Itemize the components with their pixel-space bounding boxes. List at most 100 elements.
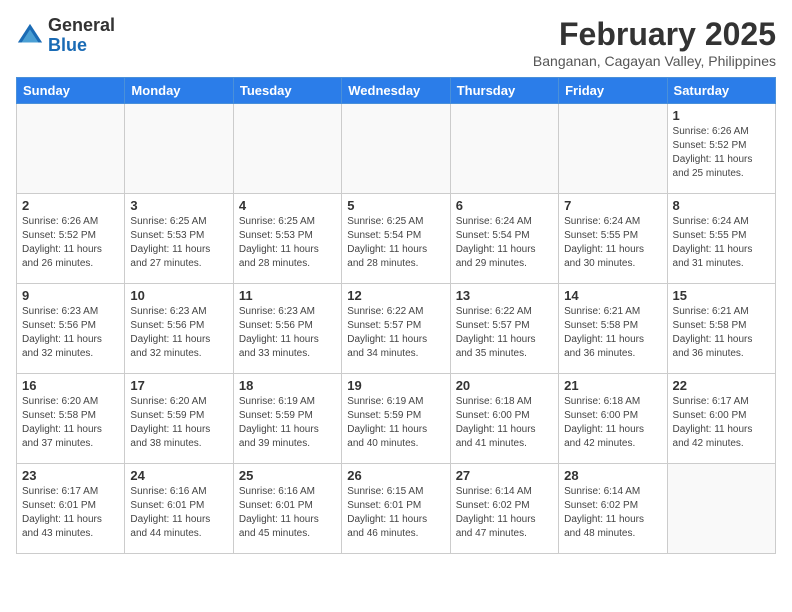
day-info: Sunrise: 6:19 AM Sunset: 5:59 PM Dayligh… [347, 395, 444, 451]
day-info: Sunrise: 6:14 AM Sunset: 6:02 PM Dayligh… [564, 485, 661, 541]
day-number: 12 [347, 288, 444, 303]
day-info: Sunrise: 6:19 AM Sunset: 5:59 PM Dayligh… [239, 395, 336, 451]
calendar-cell: 28 Sunrise: 6:14 AM Sunset: 6:02 PM Dayli… [559, 464, 667, 554]
calendar-cell: 2 Sunrise: 6:26 AM Sunset: 5:52 PM Daylig… [17, 194, 125, 284]
day-info: Sunrise: 6:20 AM Sunset: 5:59 PM Dayligh… [130, 395, 227, 451]
day-info: Sunrise: 6:26 AM Sunset: 5:52 PM Dayligh… [673, 125, 770, 181]
calendar-week-3: 9 Sunrise: 6:23 AM Sunset: 5:56 PM Daylig… [17, 284, 776, 374]
day-number: 6 [456, 198, 553, 213]
calendar-cell: 24Sunrise: 6:16 AM Sunset: 6:01 PM Dayli… [125, 464, 233, 554]
day-number: 18 [239, 378, 336, 393]
calendar-cell: 21 Sunrise: 6:18 AM Sunset: 6:00 PM Dayli… [559, 374, 667, 464]
day-info: Sunrise: 6:24 AM Sunset: 5:54 PM Dayligh… [456, 215, 553, 271]
weekday-header-monday: Monday [125, 78, 233, 104]
calendar-cell [125, 104, 233, 194]
calendar-cell: 27 Sunrise: 6:14 AM Sunset: 6:02 PM Dayli… [450, 464, 558, 554]
day-number: 5 [347, 198, 444, 213]
logo-icon [16, 22, 44, 50]
day-info: Sunrise: 6:23 AM Sunset: 5:56 PM Dayligh… [22, 305, 119, 361]
calendar-cell: 16 Sunrise: 6:20 AM Sunset: 5:58 PM Dayli… [17, 374, 125, 464]
day-number: 9 [22, 288, 119, 303]
month-title: February 2025 [533, 16, 776, 53]
day-info: Sunrise: 6:18 AM Sunset: 6:00 PM Dayligh… [456, 395, 553, 451]
calendar-cell [233, 104, 341, 194]
day-number: 4 [239, 198, 336, 213]
calendar-cell [667, 464, 775, 554]
day-number: 26 [347, 468, 444, 483]
day-info: Sunrise: 6:23 AM Sunset: 5:56 PM Dayligh… [239, 305, 336, 361]
day-info: Sunrise: 6:25 AM Sunset: 5:53 PM Dayligh… [130, 215, 227, 271]
calendar-cell: 7 Sunrise: 6:24 AM Sunset: 5:55 PM Daylig… [559, 194, 667, 284]
day-number: 7 [564, 198, 661, 213]
calendar-cell: 15 Sunrise: 6:21 AM Sunset: 5:58 PM Dayli… [667, 284, 775, 374]
weekday-header-saturday: Saturday [667, 78, 775, 104]
day-number: 20 [456, 378, 553, 393]
day-number: 16 [22, 378, 119, 393]
day-info: Sunrise: 6:14 AM Sunset: 6:02 PM Dayligh… [456, 485, 553, 541]
day-number: 2 [22, 198, 119, 213]
logo-blue: Blue [48, 35, 87, 55]
day-number: 19 [347, 378, 444, 393]
day-number: 24 [130, 468, 227, 483]
day-number: 27 [456, 468, 553, 483]
day-info: Sunrise: 6:17 AM Sunset: 6:00 PM Dayligh… [673, 395, 770, 451]
day-number: 3 [130, 198, 227, 213]
calendar-cell: 18 Sunrise: 6:19 AM Sunset: 5:59 PM Dayli… [233, 374, 341, 464]
calendar-week-2: 2 Sunrise: 6:26 AM Sunset: 5:52 PM Daylig… [17, 194, 776, 284]
calendar-cell: 14 Sunrise: 6:21 AM Sunset: 5:58 PM Dayli… [559, 284, 667, 374]
day-number: 8 [673, 198, 770, 213]
day-info: Sunrise: 6:16 AM Sunset: 6:01 PM Dayligh… [239, 485, 336, 541]
calendar-cell: 6 Sunrise: 6:24 AM Sunset: 5:54 PM Daylig… [450, 194, 558, 284]
weekday-header-tuesday: Tuesday [233, 78, 341, 104]
calendar-cell [450, 104, 558, 194]
calendar-cell: 12 Sunrise: 6:22 AM Sunset: 5:57 PM Dayli… [342, 284, 450, 374]
calendar-cell: 22 Sunrise: 6:17 AM Sunset: 6:00 PM Dayli… [667, 374, 775, 464]
calendar-cell: 1Sunrise: 6:26 AM Sunset: 5:52 PM Daylig… [667, 104, 775, 194]
calendar-cell: 4Sunrise: 6:25 AM Sunset: 5:53 PM Daylig… [233, 194, 341, 284]
location: Banganan, Cagayan Valley, Philippines [533, 53, 776, 69]
logo-text: General Blue [48, 16, 115, 56]
page-header: General Blue February 2025 Banganan, Cag… [16, 16, 776, 69]
calendar-cell: 5 Sunrise: 6:25 AM Sunset: 5:54 PM Daylig… [342, 194, 450, 284]
day-number: 22 [673, 378, 770, 393]
calendar-cell: 9 Sunrise: 6:23 AM Sunset: 5:56 PM Daylig… [17, 284, 125, 374]
logo: General Blue [16, 16, 115, 56]
logo-general: General [48, 15, 115, 35]
calendar-cell: 23Sunrise: 6:17 AM Sunset: 6:01 PM Dayli… [17, 464, 125, 554]
weekday-header-wednesday: Wednesday [342, 78, 450, 104]
day-number: 10 [130, 288, 227, 303]
day-number: 13 [456, 288, 553, 303]
day-info: Sunrise: 6:22 AM Sunset: 5:57 PM Dayligh… [456, 305, 553, 361]
day-info: Sunrise: 6:26 AM Sunset: 5:52 PM Dayligh… [22, 215, 119, 271]
day-info: Sunrise: 6:15 AM Sunset: 6:01 PM Dayligh… [347, 485, 444, 541]
calendar-week-5: 23Sunrise: 6:17 AM Sunset: 6:01 PM Dayli… [17, 464, 776, 554]
day-info: Sunrise: 6:22 AM Sunset: 5:57 PM Dayligh… [347, 305, 444, 361]
calendar-cell: 13 Sunrise: 6:22 AM Sunset: 5:57 PM Dayli… [450, 284, 558, 374]
day-number: 25 [239, 468, 336, 483]
day-number: 14 [564, 288, 661, 303]
calendar-cell [342, 104, 450, 194]
day-number: 21 [564, 378, 661, 393]
title-block: February 2025 Banganan, Cagayan Valley, … [533, 16, 776, 69]
day-info: Sunrise: 6:21 AM Sunset: 5:58 PM Dayligh… [564, 305, 661, 361]
day-info: Sunrise: 6:18 AM Sunset: 6:00 PM Dayligh… [564, 395, 661, 451]
weekday-header-friday: Friday [559, 78, 667, 104]
day-info: Sunrise: 6:24 AM Sunset: 5:55 PM Dayligh… [564, 215, 661, 271]
day-info: Sunrise: 6:21 AM Sunset: 5:58 PM Dayligh… [673, 305, 770, 361]
calendar-cell [17, 104, 125, 194]
day-info: Sunrise: 6:23 AM Sunset: 5:56 PM Dayligh… [130, 305, 227, 361]
calendar-cell: 26 Sunrise: 6:15 AM Sunset: 6:01 PM Dayli… [342, 464, 450, 554]
calendar-cell: 10 Sunrise: 6:23 AM Sunset: 5:56 PM Dayli… [125, 284, 233, 374]
calendar-cell: 3 Sunrise: 6:25 AM Sunset: 5:53 PM Daylig… [125, 194, 233, 284]
day-info: Sunrise: 6:24 AM Sunset: 5:55 PM Dayligh… [673, 215, 770, 271]
day-info: Sunrise: 6:25 AM Sunset: 5:54 PM Dayligh… [347, 215, 444, 271]
day-info: Sunrise: 6:20 AM Sunset: 5:58 PM Dayligh… [22, 395, 119, 451]
weekday-header-thursday: Thursday [450, 78, 558, 104]
calendar-table: SundayMondayTuesdayWednesdayThursdayFrid… [16, 77, 776, 554]
calendar-cell: 8 Sunrise: 6:24 AM Sunset: 5:55 PM Daylig… [667, 194, 775, 284]
calendar-cell: 20 Sunrise: 6:18 AM Sunset: 6:00 PM Dayli… [450, 374, 558, 464]
day-number: 28 [564, 468, 661, 483]
day-number: 11 [239, 288, 336, 303]
day-number: 15 [673, 288, 770, 303]
weekday-header-sunday: Sunday [17, 78, 125, 104]
